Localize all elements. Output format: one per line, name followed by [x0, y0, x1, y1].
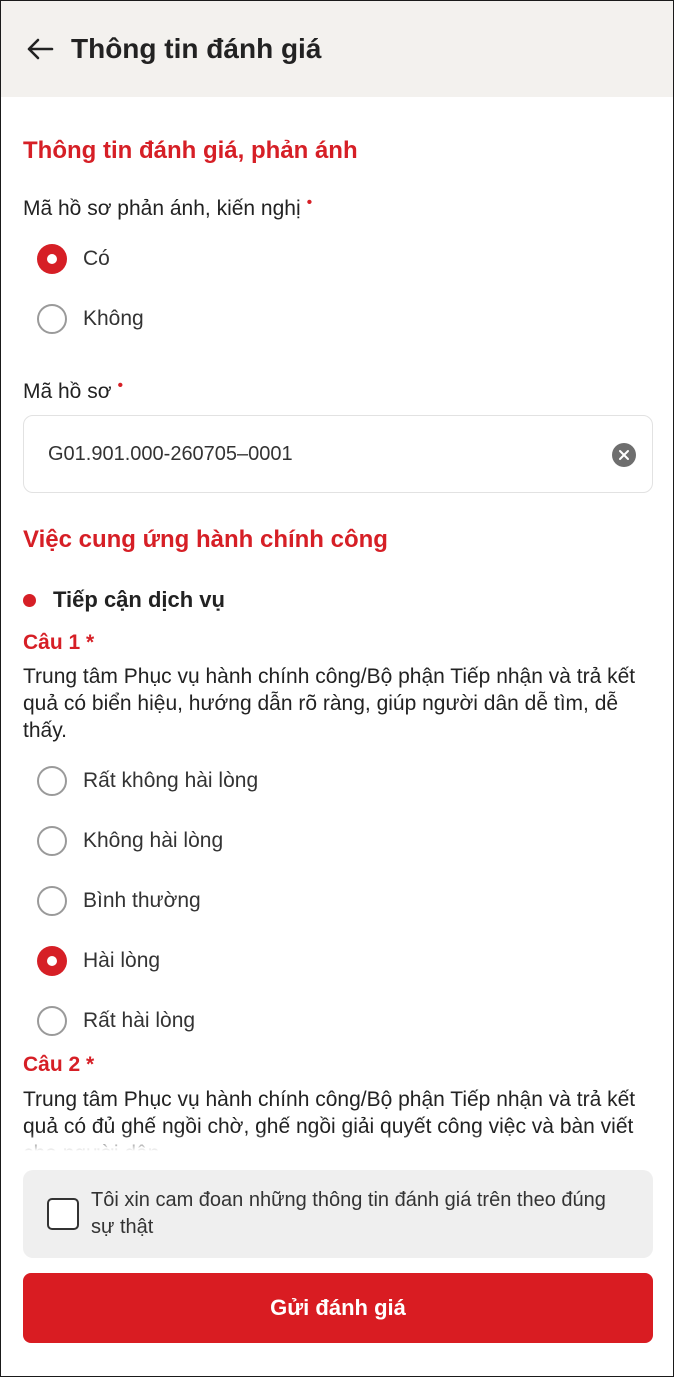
radio-unchecked-icon — [37, 304, 67, 334]
section-title-public-service: Việc cung ứng hành chính công — [23, 526, 388, 553]
question-1-text: Trung tâm Phục vụ hành chính công/Bộ phậ… — [23, 665, 636, 742]
commitment-checkbox-row[interactable]: Tôi xin cam đoan những thông tin đánh gi… — [23, 1170, 653, 1258]
q1-option-neutral[interactable]: Bình thường — [37, 885, 201, 917]
has-code-label: Mã hồ sơ phản ánh, kiến nghị • — [23, 194, 312, 221]
radio-unchecked-icon — [37, 766, 67, 796]
radio-unchecked-icon — [37, 886, 67, 916]
has-code-label-text: Mã hồ sơ phản ánh, kiến nghị — [23, 197, 301, 220]
question-2-title: Câu 2 * — [23, 1053, 95, 1076]
question-1-title: Câu 1 * — [23, 631, 95, 654]
required-mark: • — [306, 194, 313, 211]
radio-checked-icon — [37, 946, 67, 976]
radio-label: Hài lòng — [83, 949, 161, 972]
radio-unchecked-icon — [37, 826, 67, 856]
app-header: Thông tin đánh giá — [1, 1, 673, 97]
scroll-content[interactable]: Thông tin đánh giá, phản ánh Mã hồ sơ ph… — [1, 97, 673, 1151]
screen: Thông tin đánh giá Thông tin đánh giá, p… — [0, 0, 674, 1377]
radio-checked-icon — [37, 244, 67, 274]
radio-label: Có — [83, 247, 110, 270]
radio-label: Rất hài lòng — [83, 1009, 196, 1032]
radio-unchecked-icon — [37, 1006, 67, 1036]
section-title-feedback: Thông tin đánh giá, phản ánh — [23, 137, 358, 164]
q1-option-very-satisfied[interactable]: Rất hài lòng — [37, 1005, 195, 1037]
submit-button[interactable]: Gửi đánh giá — [23, 1273, 653, 1343]
scroll-fade — [1, 1133, 673, 1151]
page-title: Thông tin đánh giá — [71, 33, 322, 64]
q1-option-unsatisfied[interactable]: Không hài lòng — [37, 825, 223, 857]
radio-label: Bình thường — [83, 889, 201, 912]
code-label: Mã hồ sơ • — [23, 377, 123, 404]
code-input[interactable] — [48, 442, 588, 466]
bullet-icon — [23, 593, 36, 607]
code-field[interactable] — [23, 415, 653, 493]
required-mark: • — [117, 377, 124, 394]
radio-label: Không hài lòng — [83, 829, 224, 852]
group-heading: Tiếp cận dịch vụ — [23, 587, 225, 613]
group-title: Tiếp cận dịch vụ — [53, 587, 225, 612]
clear-button[interactable] — [612, 443, 636, 467]
radio-label: Rất không hài lòng — [83, 769, 259, 792]
commitment-text: Tôi xin cam đoan những thông tin đánh gi… — [91, 1189, 606, 1238]
radio-option-khong[interactable]: Không — [37, 303, 144, 335]
arrow-left-icon — [27, 38, 54, 60]
radio-option-co[interactable]: Có — [37, 243, 110, 275]
radio-label: Không — [83, 307, 144, 330]
q1-option-very-unsatisfied[interactable]: Rất không hài lòng — [37, 765, 258, 797]
code-label-text: Mã hồ sơ — [23, 380, 112, 403]
clear-circle-icon — [619, 450, 629, 460]
back-button[interactable] — [25, 34, 55, 64]
q1-option-satisfied[interactable]: Hài lòng — [37, 945, 160, 977]
checkbox-unchecked-icon[interactable] — [47, 1198, 79, 1230]
